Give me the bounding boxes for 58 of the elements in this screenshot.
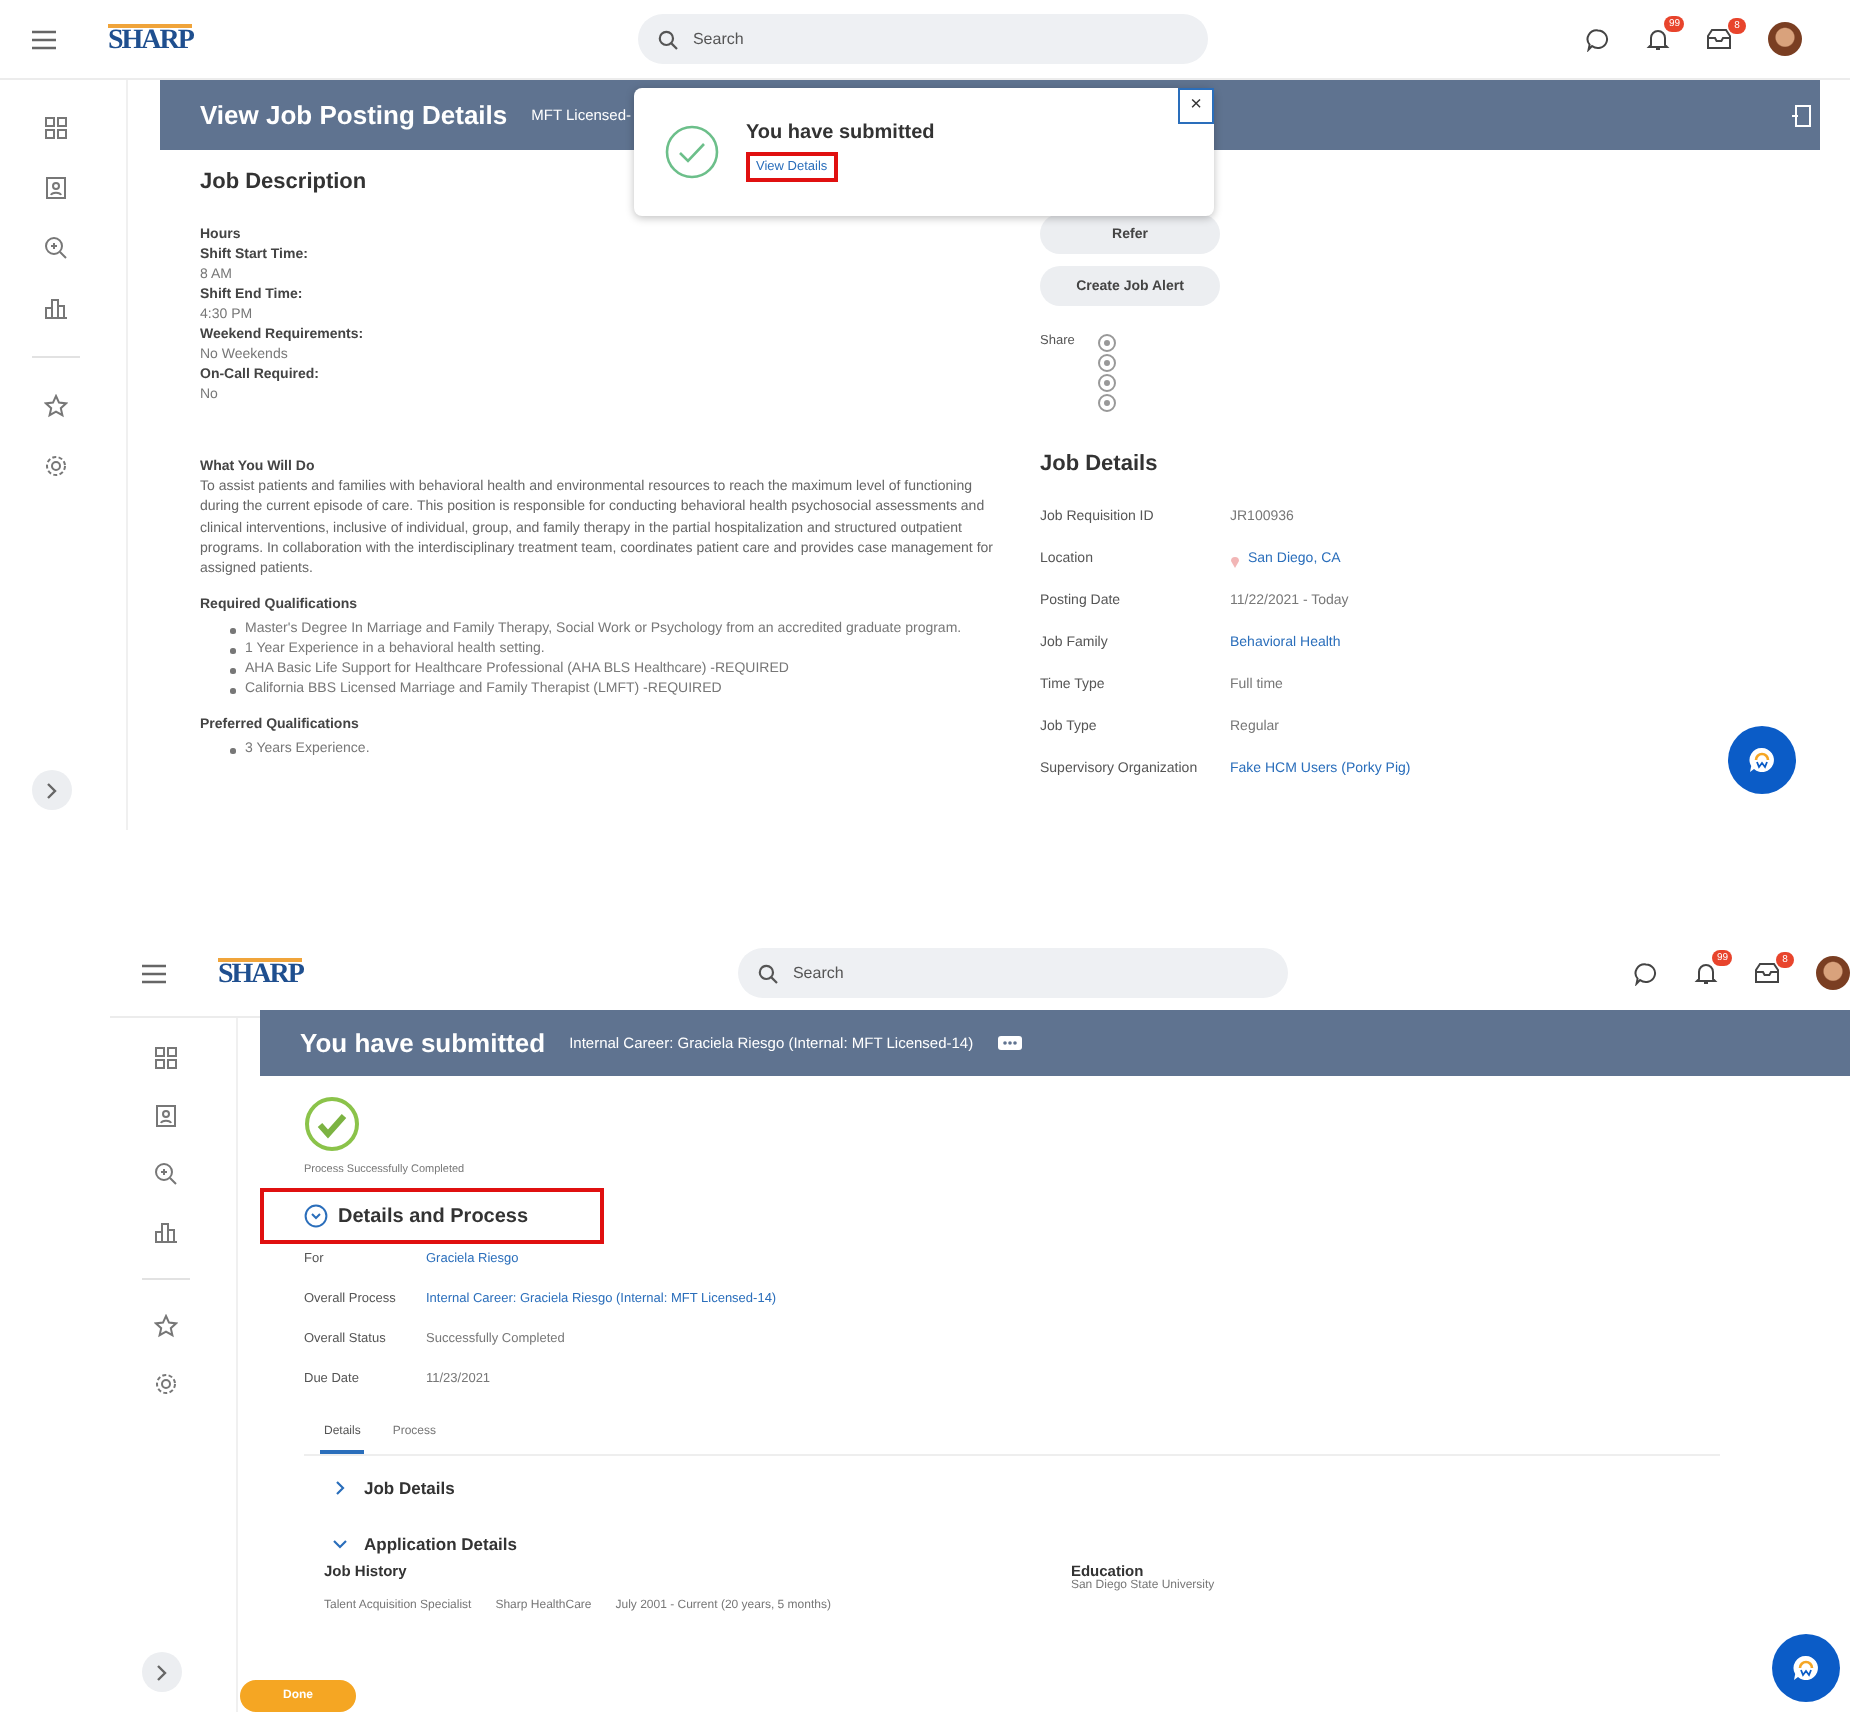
grid-icon[interactable] bbox=[154, 1046, 178, 1070]
star-icon[interactable] bbox=[154, 1314, 178, 1338]
star-icon[interactable] bbox=[44, 394, 68, 418]
bell-icon[interactable] bbox=[1646, 26, 1670, 52]
check-circle-icon bbox=[664, 124, 720, 180]
popup-title: You have submitted bbox=[746, 122, 935, 144]
expand-button[interactable] bbox=[32, 770, 72, 810]
logo[interactable]: SHARP bbox=[108, 24, 193, 54]
more-icon[interactable] bbox=[997, 1036, 1022, 1050]
page-title: View Job Posting Details bbox=[200, 100, 508, 130]
inbox-icon[interactable] bbox=[1754, 962, 1780, 984]
section-heading: Job Details bbox=[1040, 452, 1160, 476]
doc-icon[interactable] bbox=[44, 176, 68, 200]
collapse-icon[interactable] bbox=[304, 1204, 328, 1228]
check-circle-icon bbox=[304, 1096, 360, 1152]
bullet-icon bbox=[230, 688, 235, 694]
chart-icon[interactable] bbox=[154, 1220, 178, 1244]
bullet-icon bbox=[230, 628, 235, 634]
section-toggle[interactable]: Job Details bbox=[332, 1478, 1850, 1498]
section-heading: Job Description bbox=[200, 170, 369, 194]
zoom-icon[interactable] bbox=[44, 236, 68, 260]
chat-icon[interactable] bbox=[1586, 27, 1610, 51]
section-heading: Details and Process bbox=[338, 1205, 529, 1227]
search-icon bbox=[658, 29, 679, 49]
bell-icon[interactable] bbox=[1694, 960, 1718, 986]
assistant-button[interactable] bbox=[1772, 1634, 1840, 1702]
menu-icon[interactable] bbox=[142, 963, 166, 983]
doc-icon[interactable] bbox=[154, 1104, 178, 1128]
speech-bubble-icon bbox=[1792, 1654, 1820, 1682]
page-title: You have submitted bbox=[300, 1028, 546, 1058]
avatar[interactable] bbox=[1816, 956, 1850, 990]
gear-icon[interactable] bbox=[44, 454, 68, 478]
chevron-right-icon bbox=[156, 1663, 168, 1681]
search-field[interactable]: Search bbox=[738, 948, 1289, 998]
chat-icon[interactable] bbox=[1634, 961, 1658, 985]
menu-icon[interactable] bbox=[32, 29, 56, 49]
expand-button[interactable] bbox=[142, 1652, 182, 1692]
logo[interactable]: SHARP bbox=[218, 958, 303, 988]
location-pin-icon bbox=[1230, 553, 1240, 567]
bullet-icon bbox=[230, 668, 235, 674]
section-toggle[interactable]: Application Details bbox=[332, 1534, 1850, 1554]
chevron-right-icon bbox=[46, 781, 58, 799]
chart-icon[interactable] bbox=[44, 296, 68, 320]
close-button[interactable]: × bbox=[1178, 88, 1214, 124]
assistant-button[interactable] bbox=[1728, 726, 1796, 794]
bullet-icon bbox=[230, 748, 235, 754]
panel-icon[interactable] bbox=[1792, 103, 1812, 127]
bullet-icon bbox=[230, 648, 235, 654]
grid-icon[interactable] bbox=[44, 116, 68, 140]
chevron-right-icon bbox=[332, 1480, 348, 1496]
search-icon bbox=[758, 963, 779, 983]
gear-icon[interactable] bbox=[154, 1372, 178, 1396]
search-field[interactable]: Search bbox=[638, 14, 1209, 64]
zoom-icon[interactable] bbox=[154, 1162, 178, 1186]
speech-bubble-icon bbox=[1748, 746, 1776, 774]
avatar[interactable] bbox=[1768, 22, 1802, 56]
chevron-down-icon bbox=[332, 1536, 348, 1552]
inbox-icon[interactable] bbox=[1706, 28, 1732, 50]
